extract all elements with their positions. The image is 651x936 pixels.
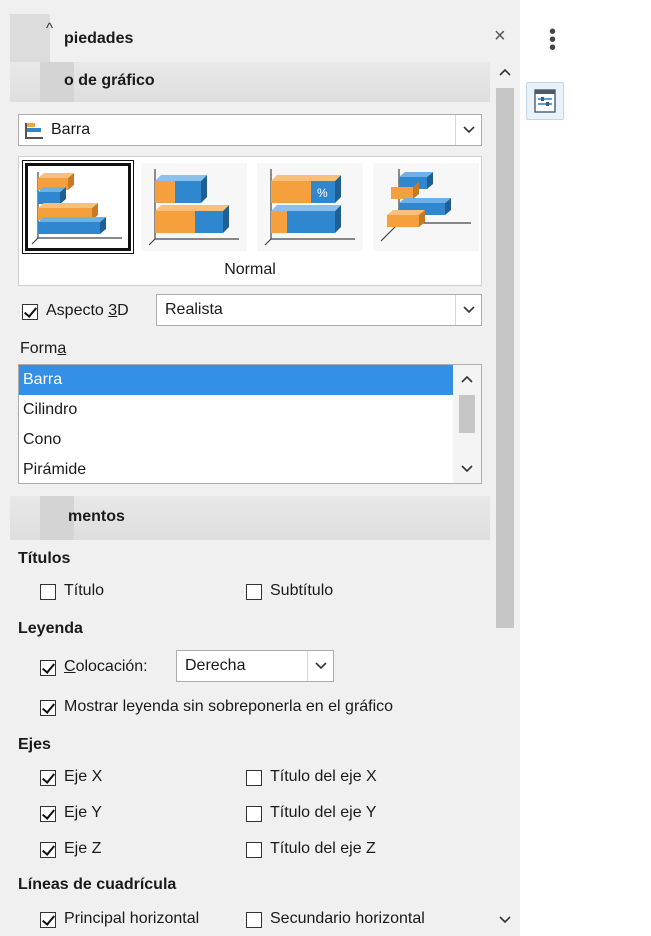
axis-z-checkbox[interactable]: [40, 842, 56, 858]
axis-z-title-checkbox[interactable]: [246, 842, 262, 858]
chart-type-value: Barra: [51, 121, 91, 138]
aspect-3d-checkbox[interactable]: [22, 304, 38, 320]
collapse-up-icon[interactable]: ^: [46, 20, 53, 37]
axis-x-checkbox[interactable]: [40, 770, 56, 786]
grid-minor-horizontal-label: Secundario horizontal: [270, 910, 425, 927]
shape-label: Forma: [20, 340, 67, 357]
list-item[interactable]: Cilindro: [19, 395, 453, 425]
variant-normal-tile[interactable]: [22, 160, 134, 254]
chart-type-section-title: o de gráfico: [64, 72, 155, 89]
grid-major-horizontal-checkbox[interactable]: [40, 912, 56, 928]
axis-x-title-checkbox[interactable]: [246, 770, 262, 786]
list-item[interactable]: Cono: [19, 425, 453, 455]
title-checkbox[interactable]: [40, 584, 56, 600]
panel-scrollbar[interactable]: [494, 60, 516, 936]
subtitle-checkbox-label: Subtítulo: [270, 582, 334, 599]
legend-placement-value: Derecha: [185, 657, 246, 674]
title-checkbox-label: Título: [64, 582, 105, 599]
chevron-down-icon[interactable]: [455, 295, 481, 325]
grid-minor-horizontal-checkbox[interactable]: [246, 912, 262, 928]
list-item[interactable]: Pirámide: [19, 455, 453, 483]
elements-section-header[interactable]: mentos: [10, 496, 490, 540]
sidebar-tabbar: [520, 0, 651, 936]
legend-placement-label: Colocación:: [64, 658, 148, 675]
axis-y-title-checkbox[interactable]: [246, 806, 262, 822]
subtitle-checkbox[interactable]: [246, 584, 262, 600]
variant-caption: Normal: [224, 261, 276, 278]
chart-type-dropdown[interactable]: Barra: [18, 114, 482, 146]
legend-placement-checkbox[interactable]: [40, 660, 56, 676]
gridlines-heading: Líneas de cuadrícula: [18, 876, 177, 893]
chevron-up-icon: [461, 375, 473, 383]
panel-scroll-thumb[interactable]: [496, 88, 514, 628]
axis-x-label: Eje X: [64, 768, 103, 785]
chevron-down-icon: [461, 465, 473, 473]
aspect-3d-label: Aspecto 3D: [46, 302, 129, 319]
legend-placement-dropdown[interactable]: Derecha: [176, 650, 334, 682]
sidebar-menu-icon[interactable]: • • •: [549, 22, 556, 58]
chevron-down-icon[interactable]: [307, 651, 333, 681]
axis-z-label: Eje Z: [64, 840, 102, 857]
list-item[interactable]: Barra: [19, 365, 453, 395]
aspect-3d-value: Realista: [165, 301, 223, 318]
properties-deck-icon[interactable]: [526, 82, 564, 120]
axis-z-title-label: Título del eje Z: [270, 840, 376, 857]
aspect-3d-dropdown[interactable]: Realista: [156, 294, 482, 326]
chart-variant-selector: % Normal: [18, 156, 482, 286]
shape-list-scrollbar[interactable]: [453, 365, 481, 483]
percent-badge: %: [317, 186, 328, 200]
axis-x-title-label: Título del eje X: [270, 768, 377, 785]
panel-title: piedades: [64, 30, 134, 47]
axis-y-label: Eje Y: [64, 804, 102, 821]
chevron-up-icon: [499, 68, 511, 76]
variant-percent-stacked-tile[interactable]: %: [257, 163, 363, 251]
close-icon[interactable]: ×: [494, 26, 506, 46]
variant-stacked-tile[interactable]: [141, 163, 247, 251]
legend-no-overlap-checkbox[interactable]: [40, 700, 56, 716]
properties-panel: ^ piedades × o de gráfico Barra % Normal…: [0, 0, 520, 936]
shape-list-scroll-thumb[interactable]: [459, 395, 475, 433]
chevron-down-icon: [499, 916, 511, 924]
axis-y-title-label: Título del eje Y: [270, 804, 377, 821]
legend-heading: Leyenda: [18, 620, 83, 637]
chevron-down-icon[interactable]: [455, 115, 481, 145]
titles-heading: Títulos: [18, 550, 71, 567]
axes-heading: Ejes: [18, 736, 51, 753]
variant-deep-tile[interactable]: [373, 163, 479, 251]
bar-chart-icon: [25, 123, 43, 144]
chart-type-section-header[interactable]: o de gráfico: [10, 62, 490, 102]
legend-no-overlap-label: Mostrar leyenda sin sobreponerla en el g…: [64, 698, 394, 715]
shape-listbox[interactable]: Barra Cilindro Cono Pirámide: [18, 364, 482, 484]
elements-section-title: mentos: [68, 508, 125, 525]
axis-y-checkbox[interactable]: [40, 806, 56, 822]
grid-major-horizontal-label: Principal horizontal: [64, 910, 200, 927]
